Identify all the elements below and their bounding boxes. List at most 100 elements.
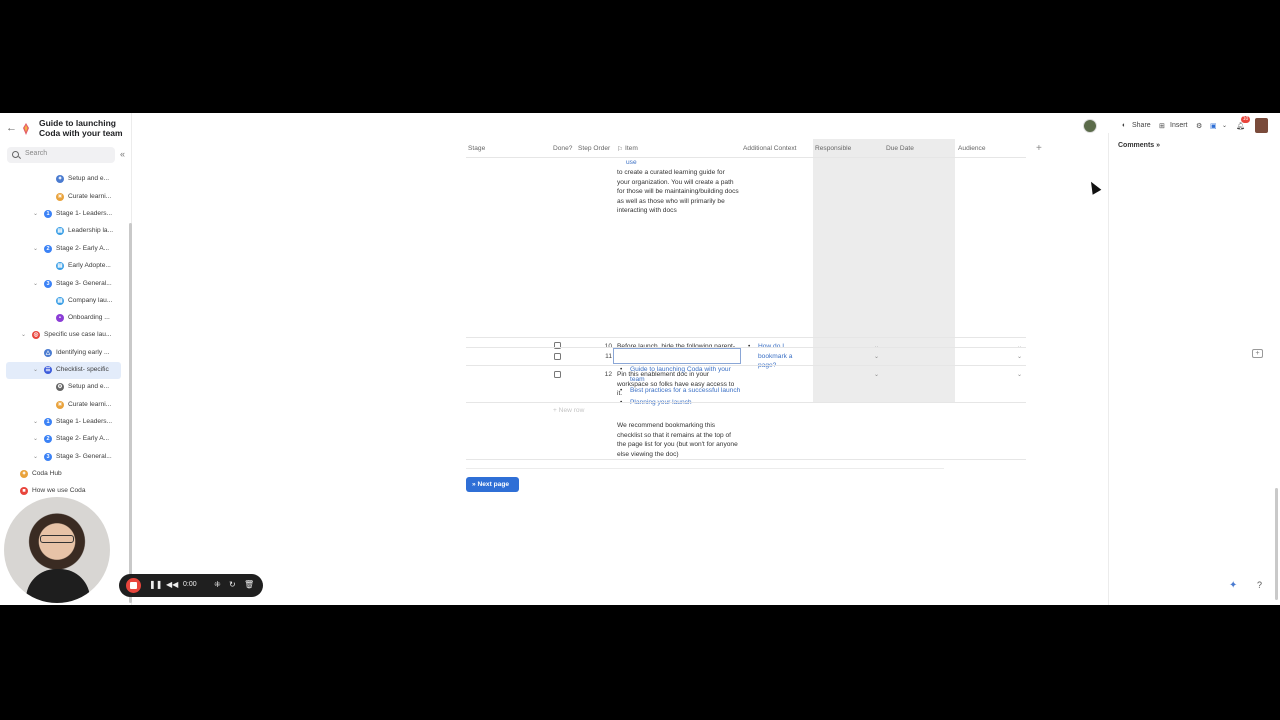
add-comment-icon[interactable]: +: [1252, 349, 1263, 358]
chevron-down-icon[interactable]: ⌄: [33, 418, 38, 425]
item-cell-editing[interactable]: [613, 348, 741, 364]
done-checkbox[interactable]: [554, 353, 561, 360]
share-button[interactable]: Share: [1132, 122, 1151, 129]
search-icon: [12, 151, 19, 158]
page-icon: •: [56, 314, 64, 322]
doc-map-icon[interactable]: ▣: [1210, 122, 1217, 130]
insert-button[interactable]: Insert: [1170, 122, 1188, 129]
sidebar-item[interactable]: ⌄ 3 Stage 3- General...: [0, 276, 128, 293]
sidebar-item[interactable]: • Onboarding ...: [0, 310, 128, 327]
back-arrow-icon[interactable]: ←: [6, 122, 17, 134]
sidebar-item[interactable]: ✦ Setup and e...: [0, 171, 128, 188]
chevron-down-icon[interactable]: ⌄: [21, 331, 26, 338]
sidebar-item-label: Coda Hub: [32, 470, 62, 477]
step-order-cell[interactable]: 11: [598, 353, 612, 360]
audience-dropdown-icon[interactable]: ⌄: [1017, 371, 1022, 378]
search-input[interactable]: Search: [7, 147, 115, 163]
sidebar-item-label: How we use Coda: [32, 487, 86, 494]
page-scrollbar[interactable]: [1275, 488, 1278, 600]
help-icon[interactable]: ?: [1257, 580, 1262, 590]
chevron-down-icon[interactable]: ⌄: [33, 245, 38, 252]
item-cell[interactable]: Pin this enablement doc in your workspac…: [617, 370, 739, 399]
sidebar-item-label: Identifying early ...: [56, 349, 110, 356]
sidebar-item[interactable]: ⌄ 3 Stage 3- General...: [0, 449, 128, 466]
page-icon: ⚙: [56, 383, 64, 391]
audience-dropdown-icon[interactable]: ⌄: [1017, 353, 1022, 360]
comments-panel: Comments » + ✦ ?: [1108, 133, 1280, 605]
search-placeholder: Search: [25, 150, 48, 157]
page-icon: 2: [44, 435, 52, 443]
doc-title[interactable]: Guide to launching Coda with your team: [39, 118, 131, 138]
sidebar-item[interactable]: △ Identifying early ...: [0, 345, 128, 362]
stop-recording-button[interactable]: [126, 578, 141, 593]
sidebar-item-label: Curate learni...: [68, 193, 112, 200]
page-icon: ▤: [56, 262, 64, 270]
sidebar-item[interactable]: ⌄ 1 Stage 1- Leaders...: [0, 206, 128, 223]
sidebar-item-label: Specific use case lau...: [44, 331, 112, 338]
row-divider: [466, 347, 1026, 348]
recording-controls: ❚❚ ◀◀ 0:00 ⁜ ↻ 🗑︎: [119, 574, 263, 597]
settings-gear-icon[interactable]: ⚙: [1196, 122, 1202, 130]
restart-icon[interactable]: ↻: [229, 580, 236, 589]
page-icon: ▤: [56, 227, 64, 235]
pause-icon[interactable]: ❚❚: [149, 580, 162, 589]
step-order-cell[interactable]: 12: [598, 371, 612, 378]
sidebar-item[interactable]: ☀ Curate learni...: [0, 189, 128, 206]
chevron-down-icon[interactable]: ⌄: [33, 210, 38, 217]
user-avatar[interactable]: [1255, 118, 1268, 133]
page-icon: 3: [44, 453, 52, 461]
doc-logo-icon: [23, 123, 29, 135]
responsible-dropdown-icon[interactable]: ⌄: [874, 371, 879, 378]
sidebar-item-label: Stage 2- Early A...: [56, 435, 110, 442]
sidebar-item[interactable]: ▤ Early Adopte...: [0, 258, 128, 275]
page-icon: 3: [44, 280, 52, 288]
grid-icon[interactable]: ⁜: [214, 580, 221, 589]
comments-toggle[interactable]: Comments »: [1118, 142, 1160, 149]
ai-sparkle-icon[interactable]: ✦: [1229, 580, 1237, 591]
sidebar-item[interactable]: ✦ Coda Hub: [0, 466, 128, 483]
page-icon: ☰: [44, 366, 52, 374]
share-icon[interactable]: ◐: [1122, 122, 1126, 129]
sidebar-item-label: Early Adopte...: [68, 262, 111, 269]
insert-icon[interactable]: ⊞: [1159, 122, 1165, 130]
chevron-down-icon[interactable]: ⌄: [33, 366, 38, 373]
chevron-down-icon[interactable]: ⌄: [33, 435, 38, 442]
collapse-sidebar-icon[interactable]: «: [120, 149, 125, 159]
responsible-dropdown-icon[interactable]: ⌄: [874, 353, 879, 360]
collaborator-avatar[interactable]: [1083, 119, 1097, 133]
chevron-down-icon[interactable]: ⌄: [1222, 122, 1227, 129]
sidebar-item[interactable]: ⌄ 2 Stage 2- Early A...: [0, 241, 128, 258]
rewind-icon[interactable]: ◀◀: [166, 580, 178, 589]
sidebar-scrollbar[interactable]: [129, 223, 132, 603]
bell-icon[interactable]: 🔔︎: [1236, 122, 1245, 130]
sidebar-item[interactable]: ⌄ ◎ Specific use case lau...: [0, 327, 128, 344]
sidebar-item[interactable]: ☀ Curate learni...: [0, 397, 128, 414]
page-icon: ◎: [32, 331, 40, 339]
sidebar-item-label: Stage 3- General...: [56, 453, 112, 460]
add-column-button[interactable]: +: [1036, 143, 1042, 154]
sidebar-item[interactable]: ▤ Company lau...: [0, 293, 128, 310]
sidebar-item-label: Stage 1- Leaders...: [56, 418, 113, 425]
sidebar-item[interactable]: ▤ Leadership la...: [0, 223, 128, 240]
coda-app: ← Guide to launching Coda with your team…: [0, 113, 1280, 605]
done-checkbox[interactable]: [554, 371, 561, 378]
page-icon: 1: [44, 418, 52, 426]
sidebar-item[interactable]: ⚙ Setup and e...: [0, 379, 128, 396]
new-row-button[interactable]: + New row: [553, 407, 584, 414]
webcam-bubble[interactable]: [4, 497, 110, 603]
webcam-person: [26, 569, 90, 603]
next-page-button[interactable]: » Next page: [466, 477, 519, 492]
sidebar-item[interactable]: ⌄ 2 Stage 2- Early A...: [0, 431, 128, 448]
sidebar-item-label: Company lau...: [68, 297, 113, 304]
page-icon: 1: [44, 210, 52, 218]
page-icon: ■: [20, 487, 28, 495]
mouse-cursor: [1086, 179, 1102, 195]
sidebar-item-label: Leadership la...: [68, 227, 114, 234]
sidebar-item[interactable]: ⌄ ☰ Checklist- specific: [6, 362, 121, 379]
sidebar-item-label: Onboarding ...: [68, 314, 110, 321]
trash-icon[interactable]: 🗑︎: [244, 580, 254, 589]
sidebar-item[interactable]: ⌄ 1 Stage 1- Leaders...: [0, 414, 128, 431]
chevron-down-icon[interactable]: ⌄: [33, 453, 38, 460]
row-divider: [466, 365, 1026, 366]
chevron-down-icon[interactable]: ⌄: [33, 280, 38, 287]
